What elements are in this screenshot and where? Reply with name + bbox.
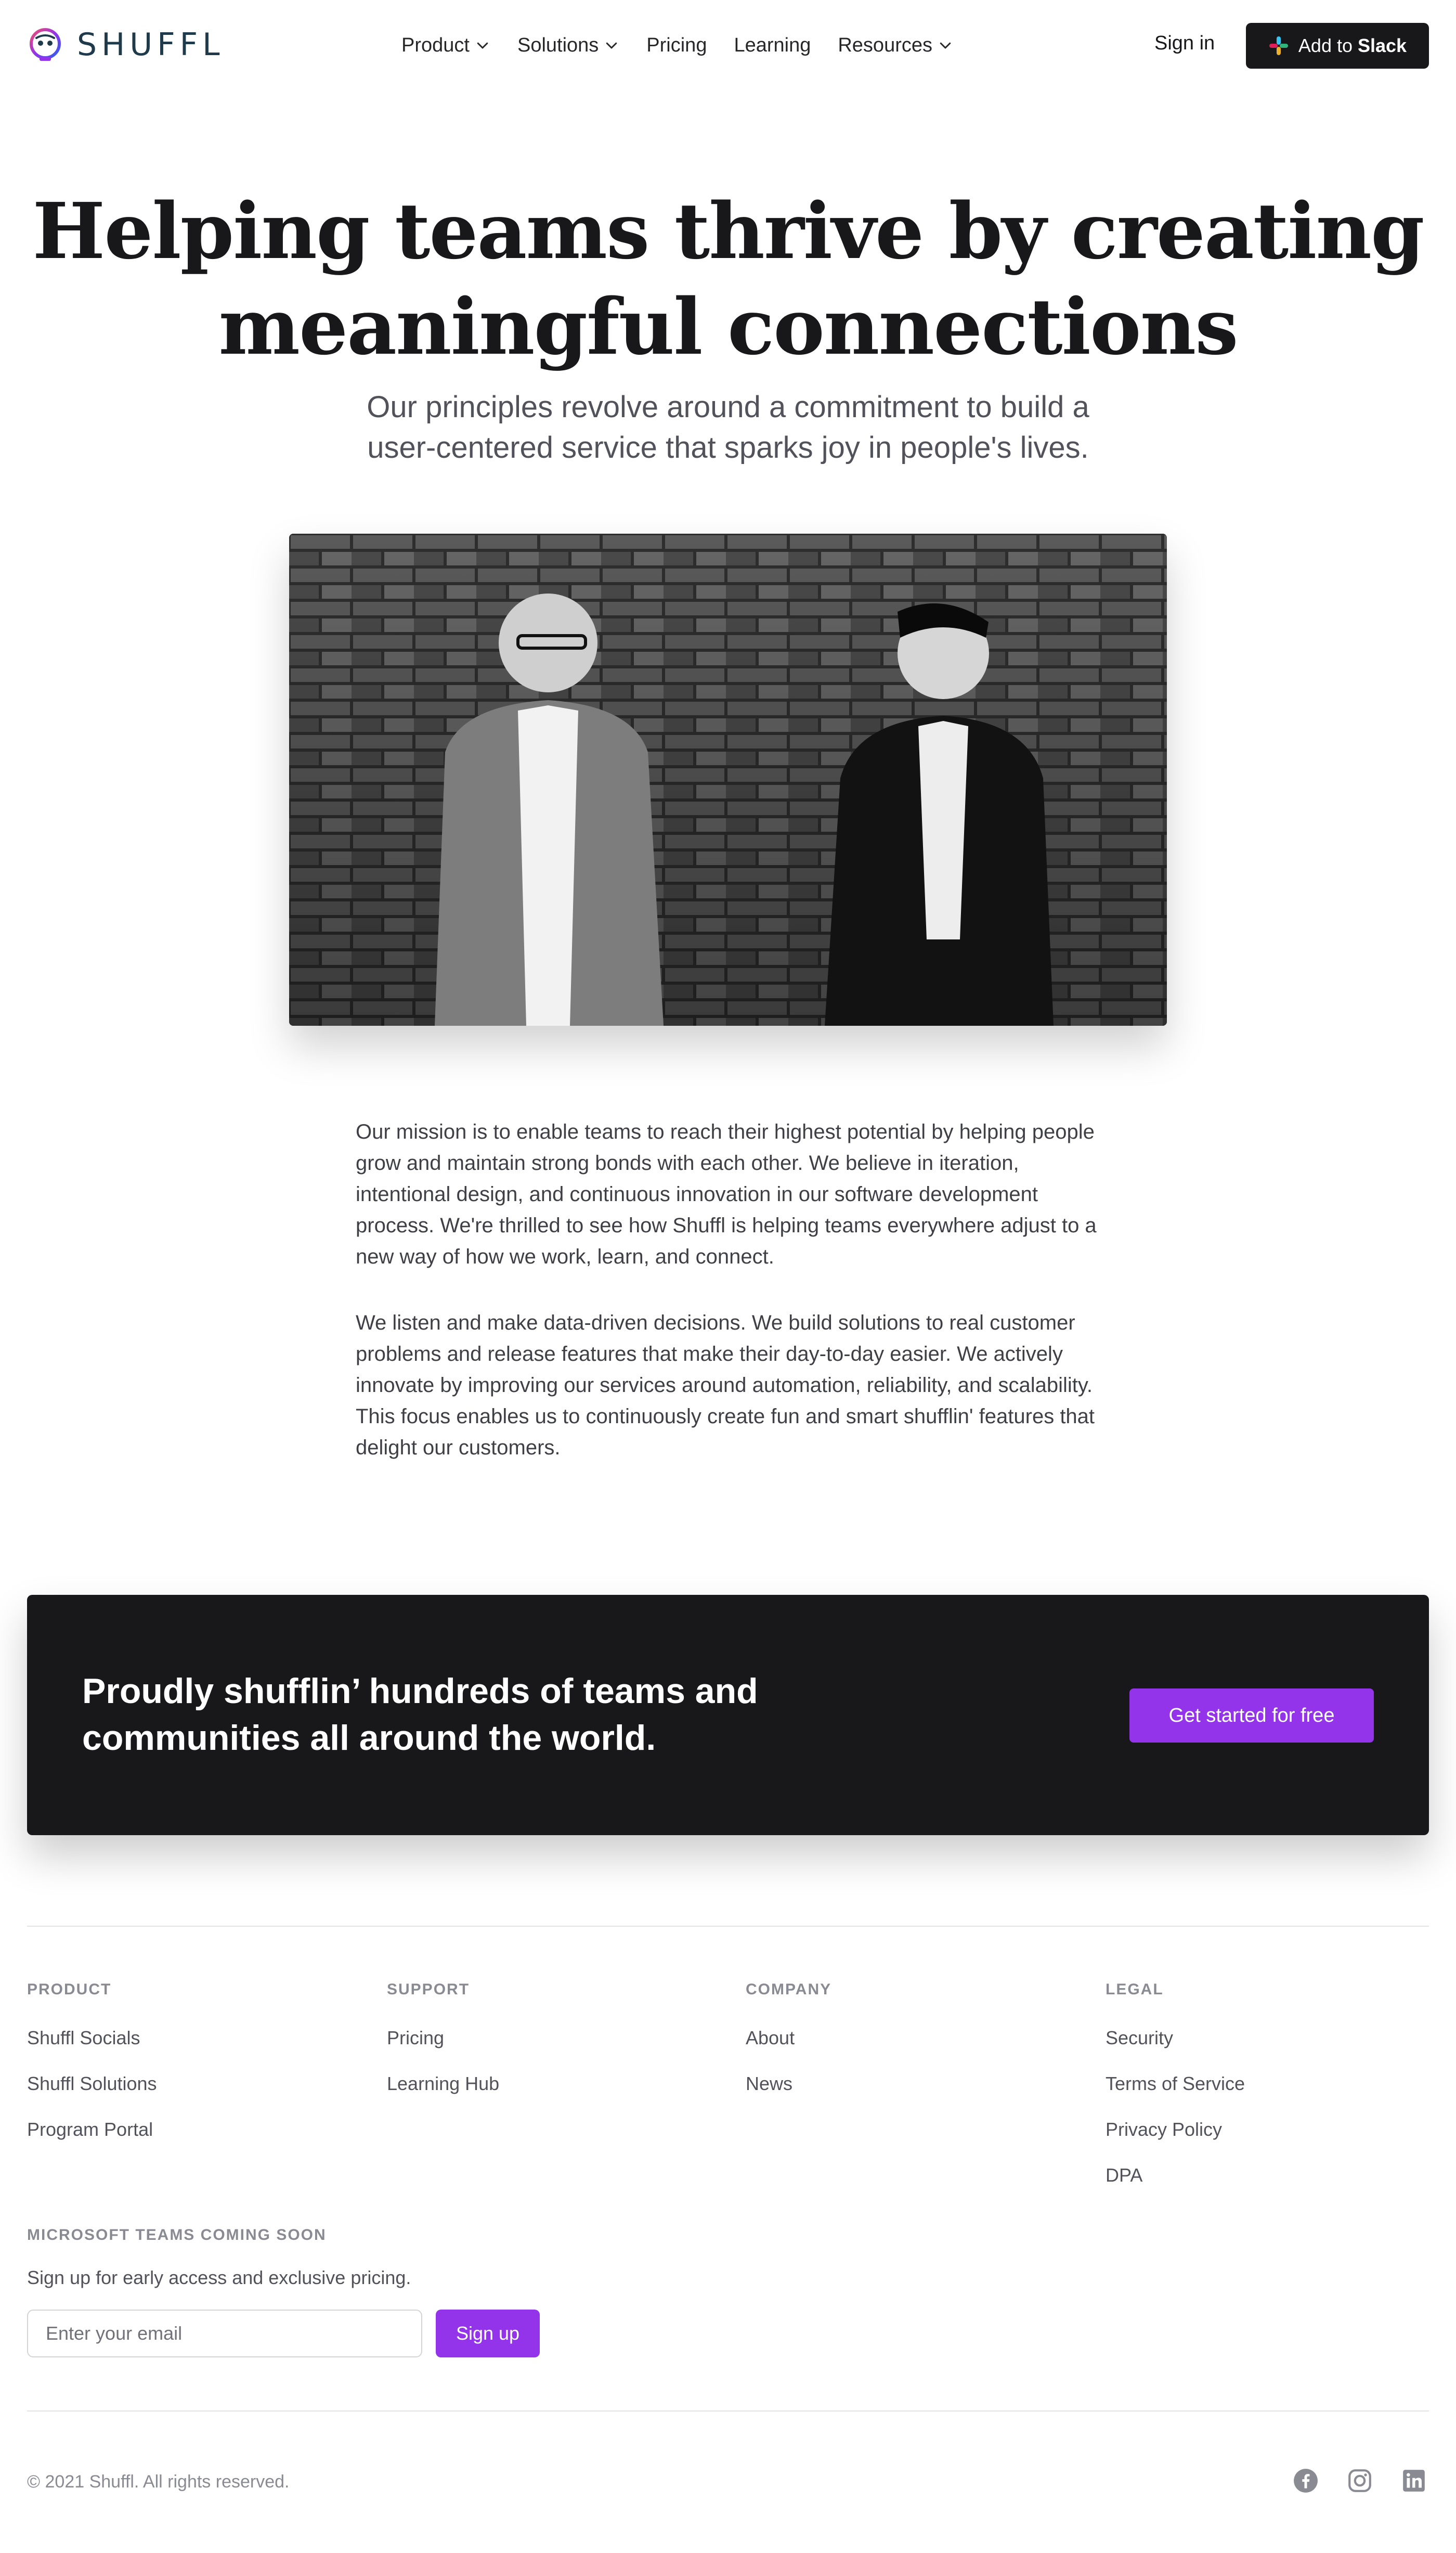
nav-pricing-label: Pricing <box>646 34 707 56</box>
footer-link-terms-of-service[interactable]: Terms of Service <box>1106 2074 1245 2093</box>
nav-pricing[interactable]: Pricing <box>646 34 707 57</box>
newsletter-heading: MICROSOFT TEAMS COMING SOON <box>27 2226 327 2243</box>
main-nav: Product Solutions Pricing Learning Resou… <box>401 30 953 60</box>
slack-button-brand: Slack <box>1358 35 1407 56</box>
newsletter-subtitle: Sign up for early access and exclusive p… <box>27 2267 411 2288</box>
footer-link-program-portal[interactable]: Program Portal <box>27 2120 157 2139</box>
cta-banner: Proudly shufflin’ hundreds of teams and … <box>27 1595 1429 1835</box>
cta-title: Proudly shufflin’ hundreds of teams and … <box>82 1671 758 1758</box>
footer-heading-legal: Legal <box>1106 1981 1164 1998</box>
page-subtitle: Our principles revolve around a commitme… <box>367 390 1089 465</box>
mission-paragraph-1: Our mission is to enable teams to reach … <box>356 1120 1097 1268</box>
footer-heading-support: Support <box>387 1981 470 1998</box>
facebook-icon <box>1294 2469 1318 2493</box>
instagram-icon <box>1348 2469 1371 2492</box>
footer-link-dpa[interactable]: DPA <box>1106 2166 1245 2185</box>
footer-column-product: Product Shuffl Socials Shuffl Solutions … <box>27 1981 157 2139</box>
footer-heading-product: Product <box>27 1981 112 1998</box>
add-to-slack-button[interactable]: Add to Slack <box>1246 23 1429 69</box>
footer-link-news[interactable]: News <box>746 2074 831 2093</box>
get-started-button[interactable]: Get started for free <box>1129 1688 1374 1743</box>
instagram-link[interactable] <box>1347 2468 1373 2494</box>
sign-in-link[interactable]: Sign in <box>1154 32 1215 55</box>
footer-link-privacy-policy[interactable]: Privacy Policy <box>1106 2120 1245 2139</box>
footer-column-support: Support Pricing Learning Hub <box>387 1981 499 2093</box>
nav-solutions-label: Solutions <box>517 34 599 56</box>
nav-learning[interactable]: Learning <box>734 34 811 57</box>
footer-link-pricing[interactable]: Pricing <box>387 2029 499 2047</box>
team-photo-icon <box>289 534 1167 1026</box>
slack-button-prefix: Add to <box>1298 35 1353 56</box>
footer-column-legal: Legal Security Terms of Service Privacy … <box>1106 1981 1245 2185</box>
copyright-text: © 2021 Shuffl. All rights reserved. <box>27 2472 290 2492</box>
mission-text: Our mission is to enable teams to reach … <box>356 1116 1099 1463</box>
nav-solutions[interactable]: Solutions <box>517 34 619 57</box>
chevron-down-icon <box>477 42 488 49</box>
facebook-link[interactable] <box>1293 2468 1319 2494</box>
email-input[interactable] <box>27 2310 422 2357</box>
nav-resources-label: Resources <box>838 34 932 56</box>
footer-bottom-divider <box>27 2410 1429 2412</box>
mission-paragraph-2: We listen and make data-driven decisions… <box>356 1311 1095 1459</box>
logo-wordmark: SHUFFL <box>77 27 225 63</box>
footer-link-security[interactable]: Security <box>1106 2029 1245 2047</box>
site-header: SHUFFL Product Solutions Pricing Learnin… <box>0 0 1456 91</box>
footer-link-learning-hub[interactable]: Learning Hub <box>387 2074 499 2093</box>
footer-link-about[interactable]: About <box>746 2029 831 2047</box>
slack-icon <box>1269 36 1288 55</box>
chevron-down-icon <box>606 42 617 49</box>
footer-divider <box>27 1926 1429 1927</box>
nav-product-label: Product <box>401 34 470 56</box>
page-title-line2: meaningful connections <box>218 281 1238 372</box>
sign-up-button[interactable]: Sign up <box>436 2310 540 2357</box>
footer-column-company: Company About News <box>746 1981 831 2093</box>
shuffl-logo[interactable]: SHUFFL <box>27 26 225 63</box>
footer-link-shuffl-socials[interactable]: Shuffl Socials <box>27 2029 157 2047</box>
page-title-line1: Helping teams thrive by creating <box>32 186 1424 276</box>
nav-resources[interactable]: Resources <box>838 34 953 57</box>
nav-learning-label: Learning <box>734 34 811 56</box>
chevron-down-icon <box>940 42 951 49</box>
footer-link-shuffl-solutions[interactable]: Shuffl Solutions <box>27 2074 157 2093</box>
page-title: Helping teams thrive by creating meaning… <box>0 183 1456 375</box>
nav-product[interactable]: Product <box>401 34 490 57</box>
shuffl-logo-icon <box>30 28 61 61</box>
footer-heading-company: Company <box>746 1981 832 1998</box>
team-photo <box>289 534 1167 1026</box>
linkedin-icon <box>1403 2470 1425 2492</box>
linkedin-link[interactable] <box>1401 2468 1427 2494</box>
